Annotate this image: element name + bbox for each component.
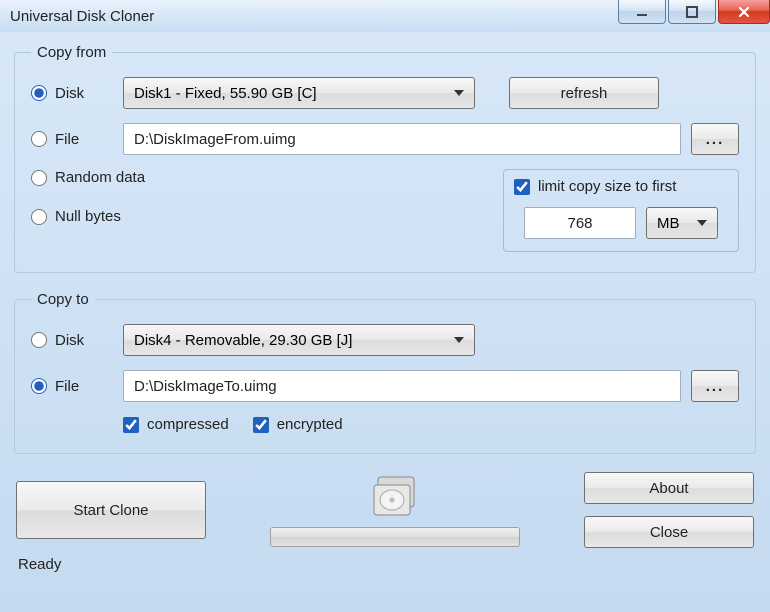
status-text: Ready xyxy=(18,556,61,573)
compressed-check-wrap[interactable]: compressed xyxy=(123,416,229,433)
encrypted-label: encrypted xyxy=(277,416,343,433)
dest-file-row: File ... xyxy=(31,370,739,402)
source-random-radio-wrap[interactable]: Random data xyxy=(31,169,503,186)
status-bar: Ready xyxy=(14,548,756,573)
chevron-down-icon xyxy=(454,90,464,96)
source-random-label: Random data xyxy=(55,169,145,186)
limit-checkbox[interactable] xyxy=(514,179,530,195)
bottom-bar: Start Clone About Close xyxy=(14,472,756,548)
dest-disk-radio-wrap[interactable]: Disk xyxy=(31,332,123,349)
limit-check-wrap[interactable]: limit copy size to first xyxy=(514,178,728,195)
limit-unit-value: MB xyxy=(657,215,680,232)
dest-disk-dropdown[interactable]: Disk4 - Removable, 29.30 GB [J] xyxy=(123,324,475,356)
refresh-button[interactable]: refresh xyxy=(509,77,659,109)
about-button[interactable]: About xyxy=(584,472,754,504)
limit-label: limit copy size to first xyxy=(538,178,676,195)
source-file-radio[interactable] xyxy=(31,131,47,147)
copy-to-group: Copy to Disk Disk4 - Removable, 29.30 GB… xyxy=(14,291,756,454)
maximize-button[interactable] xyxy=(668,0,716,24)
start-clone-button[interactable]: Start Clone xyxy=(16,481,206,539)
client-area: Copy from Disk Disk1 - Fixed, 55.90 GB [… xyxy=(0,32,770,579)
dest-file-radio[interactable] xyxy=(31,378,47,394)
encrypted-check-wrap[interactable]: encrypted xyxy=(253,416,343,433)
dest-file-radio-wrap[interactable]: File xyxy=(31,378,123,395)
source-disk-radio-wrap[interactable]: Disk xyxy=(31,85,123,102)
encrypted-checkbox[interactable] xyxy=(253,417,269,433)
chevron-down-icon xyxy=(454,337,464,343)
copy-to-legend: Copy to xyxy=(31,291,95,308)
disk-icon xyxy=(368,473,422,521)
source-disk-radio[interactable] xyxy=(31,85,47,101)
limit-unit-dropdown[interactable]: MB xyxy=(646,207,718,239)
source-null-label: Null bytes xyxy=(55,208,121,225)
limit-box: limit copy size to first MB xyxy=(503,169,739,252)
limit-size-input[interactable] xyxy=(524,207,636,239)
source-disk-value: Disk1 - Fixed, 55.90 GB [C] xyxy=(134,85,317,102)
dest-disk-label: Disk xyxy=(55,332,84,349)
source-file-input[interactable] xyxy=(123,123,681,155)
titlebar: Universal Disk Cloner xyxy=(0,0,770,32)
source-file-label: File xyxy=(55,131,79,148)
copy-from-group: Copy from Disk Disk1 - Fixed, 55.90 GB [… xyxy=(14,44,756,273)
dest-disk-radio[interactable] xyxy=(31,332,47,348)
compressed-checkbox[interactable] xyxy=(123,417,139,433)
window-title: Universal Disk Cloner xyxy=(10,8,154,25)
dest-disk-row: Disk Disk4 - Removable, 29.30 GB [J] xyxy=(31,324,739,356)
dest-disk-value: Disk4 - Removable, 29.30 GB [J] xyxy=(134,332,352,349)
source-disk-dropdown[interactable]: Disk1 - Fixed, 55.90 GB [C] xyxy=(123,77,475,109)
source-disk-row: Disk Disk1 - Fixed, 55.90 GB [C] refresh xyxy=(31,77,739,109)
dest-file-label: File xyxy=(55,378,79,395)
chevron-down-icon xyxy=(697,220,707,226)
source-null-radio-wrap[interactable]: Null bytes xyxy=(31,208,503,225)
source-browse-button[interactable]: ... xyxy=(691,123,739,155)
window-controls xyxy=(616,0,770,24)
dest-browse-button[interactable]: ... xyxy=(691,370,739,402)
progress-bar xyxy=(270,527,520,547)
source-null-radio[interactable] xyxy=(31,209,47,225)
minimize-button[interactable] xyxy=(618,0,666,24)
dest-file-input[interactable] xyxy=(123,370,681,402)
source-random-radio[interactable] xyxy=(31,170,47,186)
source-disk-label: Disk xyxy=(55,85,84,102)
compressed-label: compressed xyxy=(147,416,229,433)
close-window-button[interactable] xyxy=(718,0,770,24)
copy-from-legend: Copy from xyxy=(31,44,112,61)
close-button[interactable]: Close xyxy=(584,516,754,548)
source-file-radio-wrap[interactable]: File xyxy=(31,131,123,148)
source-file-row: File ... xyxy=(31,123,739,155)
